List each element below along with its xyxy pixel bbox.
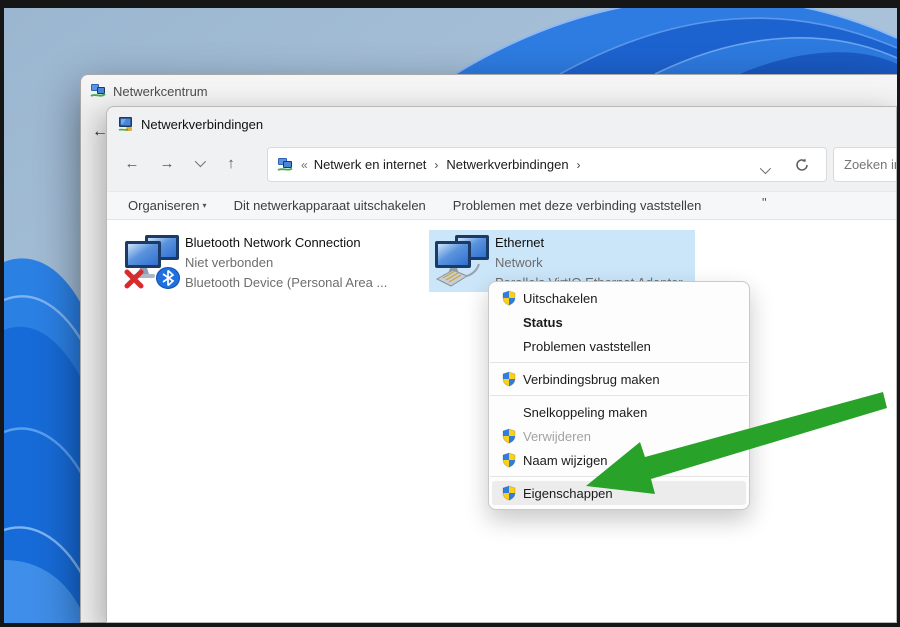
breadcrumb-item-netwerkverbindingen[interactable]: Netwerkverbindingen [446, 157, 568, 172]
uac-shield-icon [501, 485, 517, 501]
screenshot-border [0, 0, 4, 627]
connection-name: Ethernet [495, 233, 683, 253]
connection-status: Niet verbonden [185, 253, 387, 273]
window-title: Netwerkverbindingen [141, 117, 263, 132]
up-button[interactable]: ↑ [220, 155, 242, 172]
uac-shield-icon [501, 428, 517, 444]
screenshot-border [0, 623, 900, 627]
refresh-button[interactable] [794, 157, 810, 176]
menu-item-problemen-vaststellen[interactable]: Problemen vaststellen [489, 334, 749, 358]
disable-device-button[interactable]: Dit netwerkapparaat uitschakelen [234, 198, 426, 213]
connection-item-bluetooth[interactable]: Bluetooth Network Connection Niet verbon… [119, 230, 415, 292]
breadcrumb-truncation[interactable]: « [301, 158, 308, 172]
context-menu: Uitschakelen Status Problemen vaststelle… [488, 281, 750, 510]
chevron-down-icon [760, 163, 771, 174]
bluetooth-badge-icon [157, 268, 180, 289]
netwerkverbindingen-icon [118, 116, 134, 132]
diagnose-connection-button[interactable]: Problemen met deze verbinding vaststelle… [453, 198, 702, 213]
window-netwerkverbindingen: Netwerkverbindingen ← → ↑ « Netwerk en i… [106, 106, 897, 623]
menu-item-eigenschappen[interactable]: Eigenschappen [492, 481, 746, 505]
breadcrumb-separator-icon[interactable]: › [577, 158, 581, 172]
recent-locations-button[interactable] [191, 154, 207, 172]
refresh-icon [794, 157, 810, 173]
uac-shield-icon [501, 290, 517, 306]
organize-button[interactable]: Organiseren▾ [128, 198, 207, 213]
back-window-title: Netwerkcentrum [113, 84, 208, 99]
menu-item-naam-wijzigen[interactable]: Naam wijzigen [489, 448, 749, 472]
menu-item-status[interactable]: Status [489, 310, 749, 334]
uac-shield-icon [501, 371, 517, 387]
menu-item-verbindingsbrug-maken[interactable]: Verbindingsbrug maken [489, 367, 749, 391]
caret-down-icon: ▾ [203, 201, 207, 210]
menu-item-verwijderen: Verwijderen [489, 424, 749, 448]
breadcrumb-location-icon [277, 158, 293, 172]
menu-separator [490, 395, 748, 396]
netwerkcentrum-icon [90, 83, 106, 99]
menu-item-snelkoppeling-maken[interactable]: Snelkoppeling maken [489, 400, 749, 424]
menu-separator [490, 476, 748, 477]
connection-status: Network [495, 253, 683, 273]
breadcrumb-separator-icon[interactable]: › [434, 158, 438, 172]
red-x-icon [127, 272, 141, 286]
chevron-down-icon [195, 156, 206, 167]
screenshot-border [0, 0, 900, 8]
forward-button[interactable]: → [156, 155, 178, 172]
netwerkcentrum-titlebar[interactable]: Netwerkcentrum [81, 75, 897, 107]
back-button[interactable]: ← [121, 155, 143, 172]
titlebar[interactable]: Netwerkverbindingen [107, 107, 896, 141]
toolbar-overflow-icon[interactable]: " [762, 195, 767, 210]
connection-name: Bluetooth Network Connection [185, 233, 387, 253]
menu-separator [490, 362, 748, 363]
nav-buttons: ← → ↑ [121, 141, 242, 185]
screenshot-stage: Netwerkcentrum ← Netwerkverbindingen ← →… [0, 0, 900, 627]
command-toolbar: Organiseren▾ Dit netwerkapparaat uitscha… [107, 191, 896, 220]
ethernet-connection-icon [429, 230, 495, 292]
connection-device: Bluetooth Device (Personal Area ... [185, 273, 387, 293]
bluetooth-tile-text: Bluetooth Network Connection Niet verbon… [185, 230, 387, 292]
bluetooth-connection-icon [119, 230, 185, 292]
breadcrumb-item-netwerk-en-internet[interactable]: Netwerk en internet [314, 157, 427, 172]
breadcrumb[interactable]: « Netwerk en internet › Netwerkverbindin… [267, 147, 827, 182]
search-input[interactable] [833, 147, 897, 182]
address-bar-row: ← → ↑ « Netwerk en internet › Netwerkver… [107, 141, 896, 185]
uac-shield-icon [501, 452, 517, 468]
menu-item-uitschakelen[interactable]: Uitschakelen [489, 286, 749, 310]
address-dropdown-button[interactable] [760, 162, 768, 177]
